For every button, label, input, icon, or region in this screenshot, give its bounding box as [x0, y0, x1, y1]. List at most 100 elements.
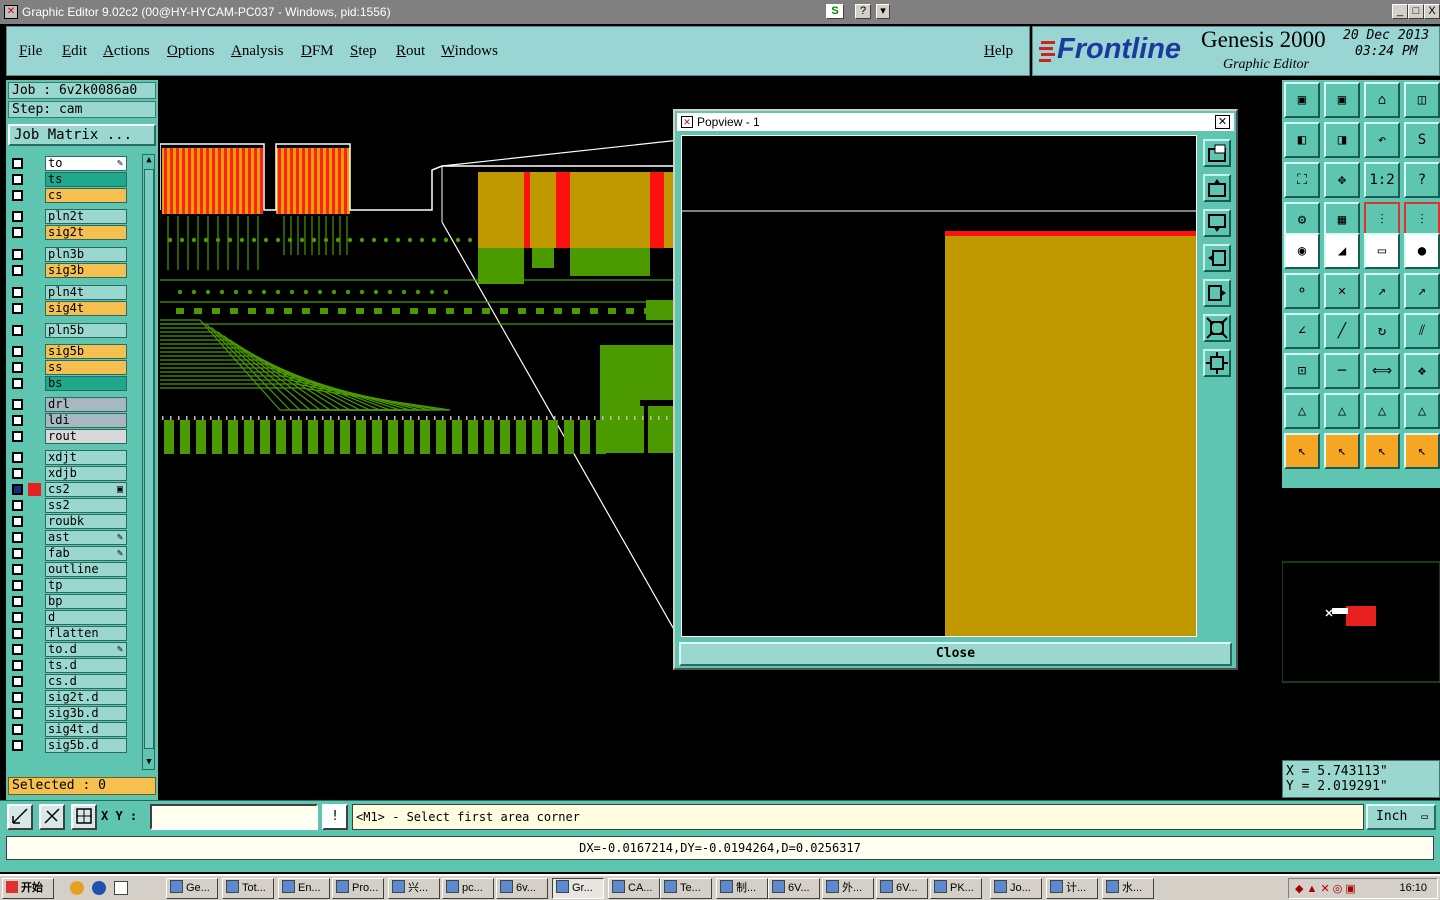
taskbar-item[interactable]: pc... [442, 878, 494, 899]
zoom-down-icon[interactable]: ▣ [1324, 82, 1360, 118]
layer-checkbox[interactable] [12, 644, 23, 655]
layer-checkbox[interactable] [12, 346, 23, 357]
layer-checkbox[interactable] [12, 516, 23, 527]
layer-checkbox[interactable] [12, 532, 23, 543]
alert-icon[interactable]: ! [322, 804, 348, 830]
layer-row[interactable]: xdjb [8, 466, 130, 481]
layer-checkbox[interactable] [12, 158, 23, 169]
overview-map[interactable] [1281, 490, 1440, 758]
menu-rout[interactable]: Rout [396, 43, 425, 60]
select-icon[interactable]: ↖ [1284, 433, 1320, 469]
layer-row[interactable]: pln2t [8, 209, 130, 224]
layer-checkbox[interactable] [12, 303, 23, 314]
layer-checkbox[interactable] [12, 190, 23, 201]
layer-name[interactable]: sig4t [45, 301, 127, 316]
menu-edit[interactable]: Edit [62, 43, 87, 60]
undo-zoom-icon[interactable]: ↶ [1364, 122, 1400, 158]
taskbar-item[interactable]: 兴... [388, 878, 440, 899]
help-icon[interactable]: ? [855, 4, 871, 19]
triangle-b-icon[interactable]: △ [1324, 393, 1360, 429]
dropdown-icon[interactable]: ▾ [876, 4, 890, 19]
layer-row[interactable]: sig2t [8, 225, 130, 240]
taskbar-item[interactable]: 外... [822, 878, 874, 899]
layer-name[interactable]: ast ✎ [45, 530, 127, 545]
layer-row[interactable]: cs [8, 188, 130, 203]
taskbar-item[interactable]: Pro... [332, 878, 384, 899]
taskbar-item[interactable]: PK... [930, 878, 982, 899]
add-point-icon[interactable]: ⊡ [1284, 353, 1320, 389]
pan-left-icon[interactable]: ◧ [1284, 122, 1320, 158]
layer-row[interactable]: sig5b [8, 344, 130, 359]
line-angle-icon[interactable]: ∠ [1284, 313, 1320, 349]
desktop-icon[interactable] [114, 881, 128, 895]
layer-checkbox[interactable] [12, 174, 23, 185]
menu-step[interactable]: Step [350, 43, 377, 60]
menu-options[interactable]: Options [167, 43, 215, 60]
select-circle-icon[interactable]: ↖ [1364, 433, 1400, 469]
layer-name[interactable]: sig5b [45, 344, 127, 359]
pv-pan-left-icon[interactable] [1203, 244, 1231, 272]
shapes-icon[interactable]: ❖ [1404, 353, 1440, 389]
layer-checkbox[interactable] [12, 287, 23, 298]
taskbar-item[interactable]: 制... [716, 878, 768, 899]
layer-row[interactable]: flatten [8, 626, 130, 641]
layer-row[interactable]: pln3b [8, 247, 130, 262]
taskbar-item[interactable]: 6v... [496, 878, 548, 899]
draw-line-icon[interactable]: ◢ [1324, 233, 1360, 269]
rotate-icon[interactable]: ↻ [1364, 313, 1400, 349]
layer-checkbox[interactable] [12, 724, 23, 735]
add-segment-icon[interactable]: ↗ [1404, 273, 1440, 309]
maximize-button[interactable]: □ [1408, 4, 1424, 19]
zoom-fit-icon[interactable]: ⛶ [1284, 162, 1320, 198]
layer-name[interactable]: ts [45, 172, 127, 187]
layer-name[interactable]: sig3b.d [45, 706, 127, 721]
layer-checkbox[interactable] [12, 692, 23, 703]
menu-actions[interactable]: Actions [103, 43, 150, 60]
layer-row[interactable]: pln4t [8, 285, 130, 300]
job-matrix-button[interactable]: Job Matrix ... [8, 124, 156, 146]
pan-right-icon[interactable]: ◨ [1324, 122, 1360, 158]
layer-list-scrollbar[interactable]: ▲ ▼ [142, 154, 155, 770]
layer-checkbox[interactable] [12, 612, 23, 623]
triangle-d-icon[interactable]: △ [1404, 393, 1440, 429]
scroll-thumb[interactable] [144, 169, 154, 749]
mirror-icon[interactable]: ⫽ [1404, 313, 1440, 349]
layer-row[interactable]: ss [8, 360, 130, 375]
layer-row[interactable]: ts.d [8, 658, 130, 673]
layer-checkbox[interactable] [12, 484, 23, 495]
layer-name[interactable]: bp [45, 594, 127, 609]
layer-row[interactable]: bp [8, 594, 130, 609]
layer-row[interactable]: ldi [8, 413, 130, 428]
layer-checkbox[interactable] [12, 676, 23, 687]
layer-row[interactable]: ts [8, 172, 130, 187]
taskbar-item[interactable]: 计... [1046, 878, 1098, 899]
layer-name[interactable]: outline [45, 562, 127, 577]
layer-name[interactable]: cs2 ▣ [45, 482, 127, 497]
connect-icon[interactable]: ⚬ [1284, 273, 1320, 309]
menu-analysis[interactable]: Analysis [231, 43, 284, 60]
layer-name[interactable]: sig2t.d [45, 690, 127, 705]
units-selector[interactable]: Inch ▭ [1366, 804, 1436, 830]
layer-checkbox[interactable] [12, 580, 23, 591]
layer-checkbox[interactable] [12, 362, 23, 373]
add-pad-icon[interactable]: ◉ [1284, 233, 1320, 269]
zoom-up-icon[interactable]: ▣ [1284, 82, 1320, 118]
layer-name[interactable]: to.d ✎ [45, 642, 127, 657]
layer-checkbox[interactable] [12, 740, 23, 751]
measure-icon[interactable] [39, 804, 65, 830]
menu-windows[interactable]: Windows [441, 43, 498, 60]
layer-row[interactable]: tp [8, 578, 130, 593]
layer-checkbox[interactable] [12, 415, 23, 426]
layer-row[interactable]: fab ✎ [8, 546, 130, 561]
add-arc-icon[interactable]: ↗ [1364, 273, 1400, 309]
s-icon[interactable]: S [826, 4, 844, 19]
layer-row[interactable]: pln5b [8, 323, 130, 338]
layer-name[interactable]: sig4t.d [45, 722, 127, 737]
layer-name[interactable]: drl [45, 397, 127, 412]
taskbar-item[interactable]: Ge... [166, 878, 218, 899]
layer-name[interactable]: ldi [45, 413, 127, 428]
layer-name[interactable]: cs [45, 188, 127, 203]
layer-name[interactable]: ss2 [45, 498, 127, 513]
menu-help[interactable]: Help [984, 43, 1013, 60]
fill-circle-icon[interactable]: ● [1404, 233, 1440, 269]
